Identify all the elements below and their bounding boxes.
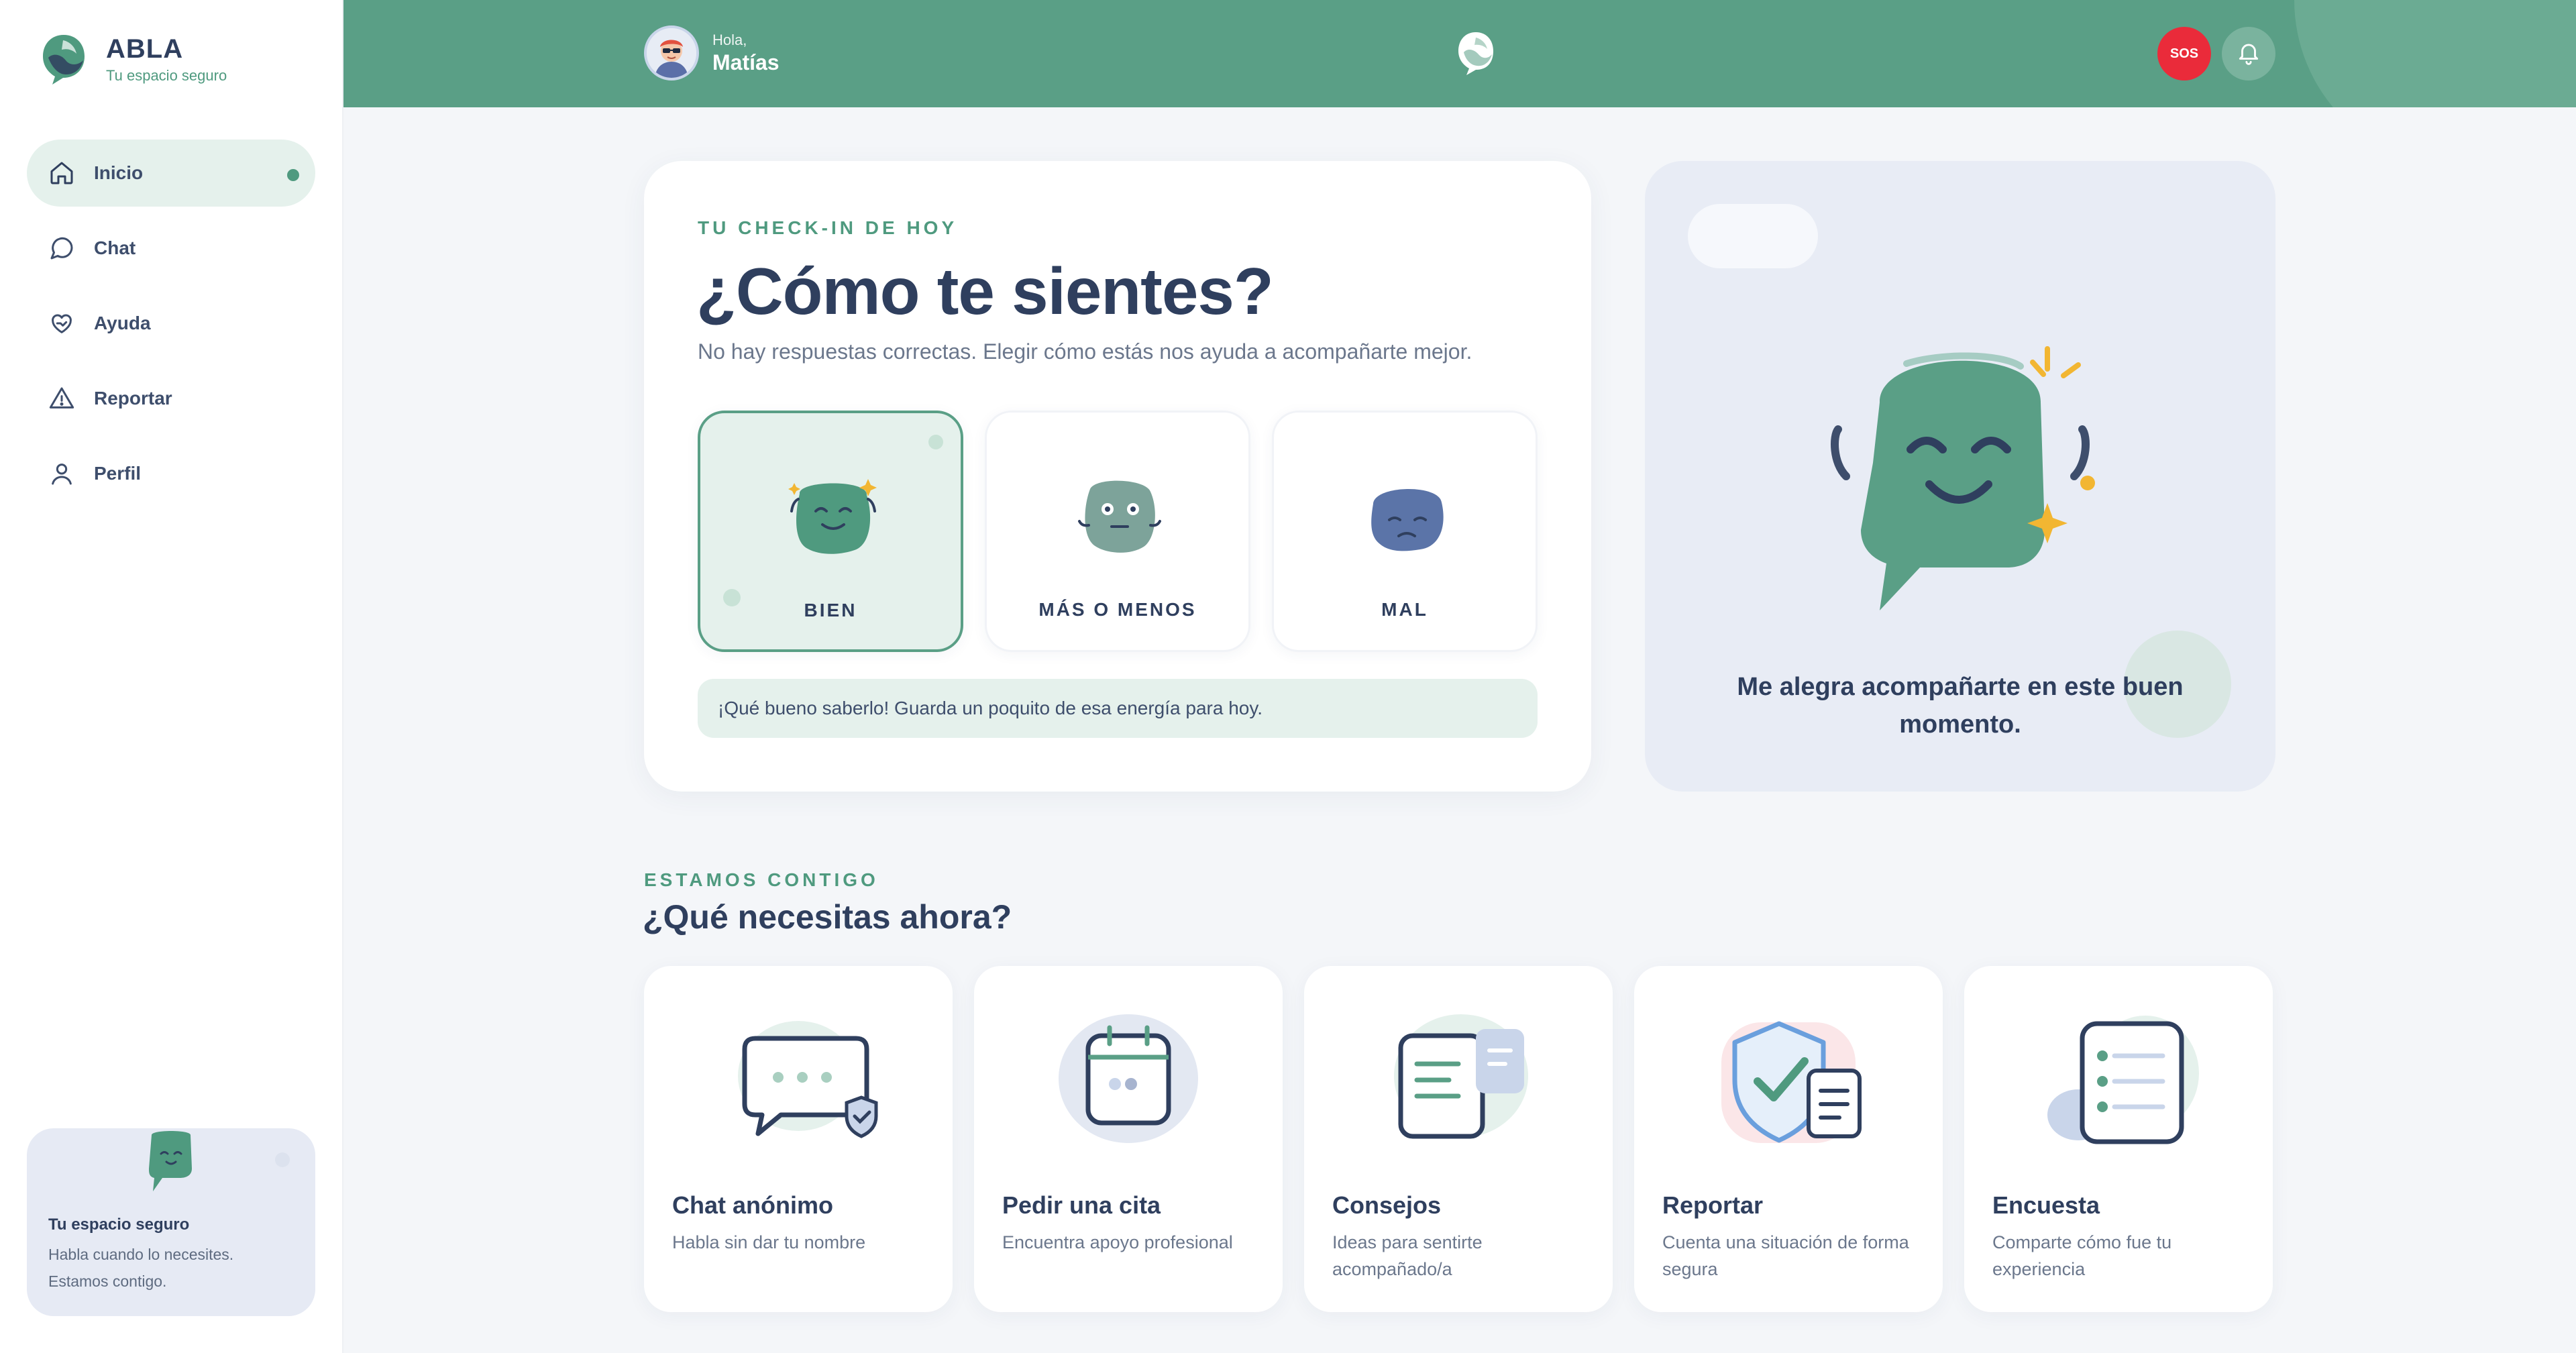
abla-logo-icon	[43, 35, 85, 85]
happy-face-icon	[788, 479, 877, 554]
action-description: Cuenta una situación de forma segura	[1662, 1232, 1909, 1279]
mood-option-bien[interactable]: BIEN	[698, 411, 963, 652]
bell-icon	[2236, 40, 2261, 68]
action-title: Pedir una cita	[1002, 1191, 1161, 1219]
action-title: Reportar	[1662, 1191, 1764, 1219]
decorative-dot	[928, 435, 943, 449]
tips-document-icon	[1394, 1014, 1528, 1139]
checkin-eyebrow: TU CHECK-IN DE HOY	[698, 217, 958, 238]
sidebar-item-label: Inicio	[94, 162, 144, 183]
action-description: Comparte cómo fue tu experiencia	[1992, 1232, 2172, 1279]
happy-mascot-illustration	[1831, 346, 2095, 610]
sad-face-icon	[1371, 488, 1444, 551]
action-card-consejos[interactable]: Consejos Ideas para sentirte acompañado/…	[1304, 966, 1613, 1312]
mood-options: BIEN MÁS O MENOS MAL	[698, 411, 1559, 652]
checkin-subtitle: No hay respuestas correctas. Elegir cómo…	[698, 339, 1472, 364]
needs-eyebrow: ESTAMOS CONTIGO	[644, 869, 879, 890]
action-card-reportar[interactable]: Reportar Cuenta una situación de forma s…	[1634, 966, 1943, 1312]
sidebar-item-label: Ayuda	[94, 313, 151, 333]
greeting-label: Hola,	[712, 31, 747, 48]
action-card-chat-anonimo[interactable]: Chat anónimo Habla sin dar tu nombre	[644, 966, 953, 1312]
brand[interactable]: ABLA Tu espacio seguro	[39, 32, 227, 86]
heart-hand-icon	[47, 309, 76, 338]
shield-check-icon	[1721, 1021, 1862, 1143]
action-title: Encuesta	[1992, 1191, 2100, 1219]
avatar[interactable]	[644, 25, 699, 80]
mood-illustration-card: Me alegra acompañarte en este buen momen…	[1645, 161, 2275, 792]
mood-option-mal[interactable]: MAL	[1272, 411, 1538, 652]
checkin-card: TU CHECK-IN DE HOY ¿Cómo te sientes? No …	[644, 161, 1591, 792]
notifications-button[interactable]	[2222, 27, 2275, 80]
user-name: Matías	[712, 50, 780, 74]
top-header: Hola, Matías SOS	[343, 0, 2576, 107]
sidebar-item-perfil[interactable]: Perfil	[27, 440, 315, 507]
mascot-icon	[149, 1131, 192, 1191]
page-title: ¿Cómo te sientes?	[696, 254, 1274, 328]
calendar-icon	[1059, 1014, 1198, 1143]
action-description: Encuentra apoyo profesional	[1002, 1232, 1233, 1252]
needs-title: ¿Qué necesitas ahora?	[643, 898, 1012, 936]
abla-logo-icon[interactable]	[1454, 30, 1497, 78]
action-description: Ideas para sentirte acompañado/a	[1332, 1232, 1483, 1279]
sidebar-nav: Inicio Chat Ayuda Reportar Perfil	[27, 140, 315, 515]
active-indicator-dot	[287, 169, 299, 181]
survey-list-icon	[2047, 1016, 2199, 1144]
warning-icon	[47, 384, 76, 413]
decorative-dot	[275, 1152, 290, 1167]
sidebar-item-reportar[interactable]: Reportar	[27, 365, 315, 432]
sos-button[interactable]: SOS	[2157, 27, 2211, 80]
mood-label: BIEN	[804, 600, 857, 620]
sidebar-item-ayuda[interactable]: Ayuda	[27, 290, 315, 357]
action-title: Chat anónimo	[672, 1191, 833, 1219]
decorative-circle	[2294, 0, 2576, 107]
action-card-pedir-cita[interactable]: Pedir una cita Encuentra apoyo profesion…	[974, 966, 1283, 1312]
mood-option-mas-o-menos[interactable]: MÁS O MENOS	[985, 411, 1250, 652]
sidebar-item-label: Chat	[94, 237, 136, 258]
action-title: Consejos	[1332, 1191, 1442, 1219]
neutral-face-icon	[1078, 480, 1161, 553]
anonymous-chat-icon	[738, 1021, 878, 1138]
user-greeting[interactable]: Hola, Matías	[644, 25, 780, 80]
mood-label: MÁS O MENOS	[1038, 599, 1197, 620]
safe-card-title: Tu espacio seguro	[48, 1215, 190, 1234]
user-icon	[47, 459, 76, 488]
brand-tagline: Tu espacio seguro	[106, 66, 227, 84]
home-icon	[47, 158, 76, 188]
action-description: Habla sin dar tu nombre	[672, 1232, 866, 1252]
sidebar-item-inicio[interactable]: Inicio	[27, 140, 315, 207]
brand-name: ABLA	[106, 34, 184, 64]
sidebar-item-label: Reportar	[94, 388, 172, 409]
sidebar-item-chat[interactable]: Chat	[27, 215, 315, 282]
chat-icon	[47, 233, 76, 263]
safe-card-text: Habla cuando lo necesites. Estamos conti…	[48, 1246, 234, 1290]
decorative-pill	[1688, 204, 1818, 268]
sidebar-item-label: Perfil	[94, 463, 142, 484]
action-card-encuesta[interactable]: Encuesta Comparte cómo fue tu experienci…	[1964, 966, 2273, 1312]
illustration-message: Me alegra acompañarte en este buen momen…	[1737, 673, 2184, 739]
sidebar: ABLA Tu espacio seguro Inicio Chat Ayuda	[0, 0, 343, 1353]
mood-label: MAL	[1381, 599, 1428, 620]
action-cards: Chat anónimo Habla sin dar tu nombre Ped…	[644, 966, 2273, 1312]
safe-space-card: Tu espacio seguro Habla cuando lo necesi…	[27, 1128, 315, 1316]
mood-feedback-message: ¡Qué bueno saberlo! Guarda un poquito de…	[698, 679, 1538, 738]
